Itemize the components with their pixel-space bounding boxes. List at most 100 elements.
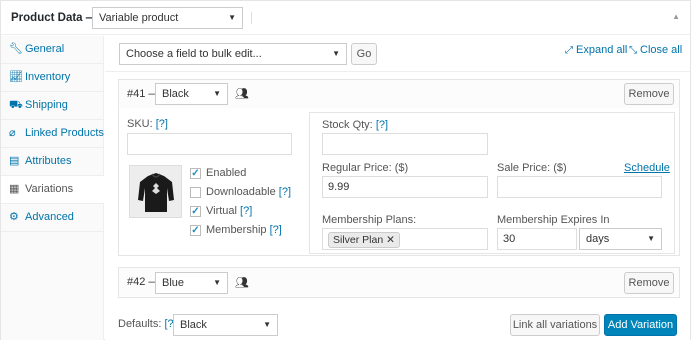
regular-price-field[interactable]: 9.99 xyxy=(322,176,488,198)
downloadable-label: Downloadable [?] xyxy=(206,186,291,198)
go-button[interactable]: Go xyxy=(351,43,377,65)
downloadable-text: Downloadable xyxy=(206,186,276,198)
membership-checkbox[interactable]: ✓ xyxy=(190,225,201,236)
variation-attribute-select[interactable]: Blue ▼ xyxy=(155,272,228,294)
membership-expires-field[interactable]: 30 xyxy=(497,228,577,250)
variation-details-box: Stock Qty: [?] Regular Price: ($) 9.99 S… xyxy=(309,112,675,254)
defaults-text: Defaults: xyxy=(118,318,162,330)
chevron-down-icon: ▼ xyxy=(263,320,271,329)
tab-variations[interactable]: ▦ Variations xyxy=(1,176,105,204)
panel-title: Product Data — xyxy=(11,12,98,24)
panel-header: Product Data — Variable product ▼ ▲ xyxy=(1,1,690,35)
tab-label: Shipping xyxy=(25,99,68,111)
chart-icon: 📈︎ xyxy=(9,71,23,83)
help-link[interactable]: [?] xyxy=(156,118,168,130)
tab-label: General xyxy=(25,43,65,55)
collapse-icon: ⤡ xyxy=(629,45,637,56)
attribute-value: Black xyxy=(162,88,189,100)
expand-all-label: Expand all xyxy=(576,44,628,56)
tab-general[interactable]: 🔧︎ General xyxy=(1,36,104,64)
default-attribute-select[interactable]: Black ▼ xyxy=(173,314,278,336)
bulk-edit-select[interactable]: Choose a field to bulk edit... ▼ xyxy=(119,43,347,65)
stock-qty-label: Stock Qty: [?] xyxy=(322,119,388,131)
sku-label: SKU: [?] xyxy=(127,118,168,130)
remove-button[interactable]: Remove xyxy=(624,83,674,105)
membership-expires-label: Membership Expires In xyxy=(497,214,610,226)
virtual-text: Virtual xyxy=(206,205,237,217)
help-link[interactable]: [?] xyxy=(270,224,282,236)
tab-attributes[interactable]: ▤ Attributes xyxy=(1,148,104,176)
close-all-link[interactable]: ⤡ Close all xyxy=(629,44,682,56)
variation-row: #41 — Black ▼ 👥︎ Remove SKU: [?] ✓ Enabl… xyxy=(118,79,680,256)
variations-toolbar: Choose a field to bulk edit... ▼ Go ⤢ Exp… xyxy=(105,36,690,72)
variation-attribute-select[interactable]: Black ▼ xyxy=(155,83,228,105)
attribute-value: Blue xyxy=(162,277,185,289)
gear-icon: ⚙ xyxy=(9,211,19,223)
remove-tag-icon[interactable]: ✕ xyxy=(386,234,395,246)
list-icon: ▤ xyxy=(9,155,20,167)
sale-price-field[interactable] xyxy=(497,176,662,198)
chevron-down-icon: ▼ xyxy=(332,49,340,58)
tab-advanced[interactable]: ⚙ Advanced xyxy=(1,204,104,232)
tab-shipping[interactable]: ⛟ Shipping xyxy=(1,92,104,120)
tab-label: Linked Products xyxy=(25,127,104,139)
regular-price-label: Regular Price: ($) xyxy=(322,162,409,174)
help-link[interactable]: [?] xyxy=(376,119,388,131)
users-icon: 👥︎ xyxy=(235,88,249,100)
stock-qty-field[interactable] xyxy=(322,133,488,155)
variation-image[interactable] xyxy=(129,165,182,218)
virtual-checkbox[interactable]: ✓ xyxy=(190,206,201,217)
link-all-variations-button[interactable]: Link all variations xyxy=(510,314,600,336)
sku-field[interactable] xyxy=(127,133,292,155)
expand-icon: ⤢ xyxy=(565,45,573,56)
collapse-arrow-icon[interactable]: ▲ xyxy=(672,12,680,21)
remove-button[interactable]: Remove xyxy=(624,272,674,294)
link-icon: ⌀ xyxy=(9,127,16,139)
product-data-tabs: 🔧︎ General 📈︎ Inventory ⛟ Shipping ⌀ Lin… xyxy=(1,36,105,340)
variations-footer: Defaults: [?] Black ▼ Link all variation… xyxy=(105,308,690,340)
help-link[interactable]: [?] xyxy=(279,186,291,198)
membership-plans-label: Membership Plans: xyxy=(322,214,417,226)
product-type-select[interactable]: Variable product ▼ xyxy=(92,7,243,29)
grid-icon: ▦ xyxy=(9,183,20,195)
tab-linked-products[interactable]: ⌀ Linked Products xyxy=(1,120,104,148)
expires-unit-value: days xyxy=(586,233,610,245)
close-all-label: Close all xyxy=(640,44,683,56)
defaults-label: Defaults: [?] xyxy=(118,318,177,330)
chevron-down-icon: ▼ xyxy=(213,278,221,287)
downloadable-checkbox[interactable] xyxy=(190,187,201,198)
stock-qty-text: Stock Qty: xyxy=(322,119,373,131)
membership-label: Membership [?] xyxy=(206,224,282,236)
enabled-label: Enabled xyxy=(206,167,247,179)
tab-label: Attributes xyxy=(25,155,72,167)
variation-header[interactable]: #42 — Blue ▼ 👥︎ Remove xyxy=(119,268,679,296)
hoodie-image xyxy=(138,173,174,212)
plan-tag-label: Silver Plan xyxy=(333,234,384,246)
chevron-down-icon: ▼ xyxy=(647,234,655,243)
users-icon: 👥︎ xyxy=(235,277,249,289)
enabled-checkbox[interactable]: ✓ xyxy=(190,168,201,179)
expand-all-link[interactable]: ⤢ Expand all xyxy=(565,44,627,56)
header-divider xyxy=(251,12,252,24)
sku-label-text: SKU: xyxy=(127,118,153,130)
add-variation-button[interactable]: Add Variation xyxy=(604,314,677,336)
membership-expires-unit-select[interactable]: days ▼ xyxy=(579,228,662,250)
tab-label: Variations xyxy=(25,183,74,195)
help-link[interactable]: [?] xyxy=(240,205,252,217)
tab-inventory[interactable]: 📈︎ Inventory xyxy=(1,64,104,92)
truck-icon: ⛟ xyxy=(9,99,23,111)
chevron-down-icon: ▼ xyxy=(213,89,221,98)
membership-plans-field[interactable]: Silver Plan ✕ xyxy=(322,228,488,250)
tab-label: Advanced xyxy=(25,211,74,223)
virtual-label: Virtual [?] xyxy=(206,205,252,217)
tab-label: Inventory xyxy=(25,71,71,83)
variation-header[interactable]: #41 — Black ▼ 👥︎ Remove xyxy=(119,80,679,108)
chevron-down-icon: ▼ xyxy=(228,13,236,22)
product-data-panel: Product Data — Variable product ▼ ▲ 🔧︎ G… xyxy=(0,0,691,340)
membership-text: Membership xyxy=(206,224,267,236)
plan-tag: Silver Plan ✕ xyxy=(328,232,400,248)
wrench-icon: 🔧︎ xyxy=(9,43,23,55)
variation-row: #42 — Blue ▼ 👥︎ Remove xyxy=(118,267,680,298)
sale-price-label: Sale Price: ($) xyxy=(497,162,567,174)
schedule-link[interactable]: Schedule xyxy=(624,162,670,174)
